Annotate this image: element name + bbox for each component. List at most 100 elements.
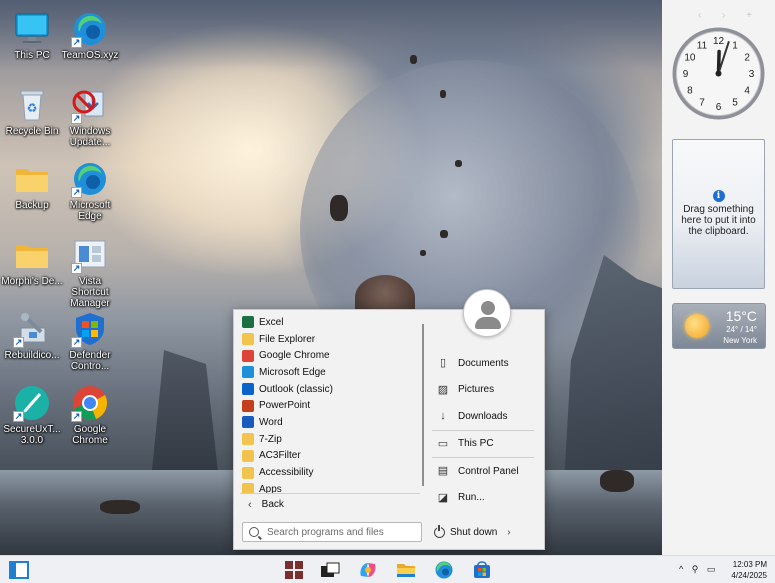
program-list[interactable]: Excel File Explorer Google Chrome Microsoft… (240, 314, 420, 494)
clipboard-gadget[interactable]: i Drag something here to put it into the… (672, 139, 765, 289)
search-input[interactable] (267, 526, 407, 538)
clock-number: 2 (744, 53, 750, 64)
desktop-icon-vista-shortcut-manager[interactable]: ↗ Vista Shortcut Manager (59, 236, 121, 309)
program-list-scrollbar[interactable] (422, 324, 424, 486)
copilot-icon (360, 563, 376, 577)
start-menu: Excel File Explorer Google Chrome Microsoft… (233, 309, 545, 550)
tray-overflow-chevron-icon[interactable]: ^ (679, 564, 686, 574)
system-tray[interactable]: ^ ⚲ ▭ (679, 564, 718, 575)
program-item[interactable]: Google Chrome (240, 347, 420, 364)
outlook-icon (242, 383, 254, 396)
program-label: PowerPoint (259, 400, 311, 412)
sidebar-toggle-icon (9, 561, 29, 579)
program-item[interactable]: AC3Filter (240, 448, 420, 465)
program-item[interactable]: Word (240, 414, 420, 431)
desktop-icon-rebuildico[interactable]: ↗ Rebuildico... (1, 310, 63, 361)
desktop-icon-microsoft-edge[interactable]: ↗ Microsoft Edge (59, 160, 121, 222)
shortcut-arrow-icon: ↗ (71, 113, 82, 124)
program-item[interactable]: Accessibility (240, 464, 420, 481)
program-item[interactable]: PowerPoint (240, 397, 420, 414)
desktop-icon-teamos[interactable]: ↗ TeamOS.xyz (59, 10, 121, 61)
desktop-icon-google-chrome[interactable]: ↗ Google Chrome (59, 384, 121, 446)
control-panel-icon: ▤ (437, 465, 449, 478)
back-button[interactable]: ‹ Back (240, 493, 420, 515)
place-item[interactable]: ▯ Documents (430, 350, 536, 377)
chevron-left-icon: ‹ (248, 498, 252, 511)
clock-number: 7 (699, 98, 705, 109)
folder-icon (13, 160, 51, 198)
place-item[interactable]: ↓ Downloads (430, 403, 536, 430)
desktop-icon-defender-control[interactable]: ↗ Defender Contro... (59, 310, 121, 372)
shortcut-arrow-icon: ↗ (13, 411, 24, 422)
desktop-icon-label: This PC (14, 50, 50, 61)
taskbar-edge[interactable] (433, 560, 455, 580)
program-item[interactable]: Outlook (classic) (240, 381, 420, 398)
desktop-icon-label: SecureUxT... 3.0.0 (3, 424, 61, 446)
edge-icon: ↗ (71, 160, 109, 198)
word-icon (242, 416, 254, 429)
clock-number: 8 (687, 86, 693, 97)
desktop-icon-this-pc[interactable]: This PC (1, 10, 63, 61)
wallpaper-floating-rock (330, 195, 348, 221)
place-item[interactable]: ▭ This PC (430, 431, 536, 458)
tray-date: 4/24/2025 (731, 571, 767, 580)
program-item[interactable]: File Explorer (240, 331, 420, 348)
desktop-icon-secureux[interactable]: ↗ SecureUxT... 3.0.0 (1, 384, 63, 446)
tray-time: 12:03 PM (732, 560, 767, 569)
taskbar-file-explorer[interactable] (395, 560, 417, 580)
shutdown-button[interactable]: Shut down › (434, 522, 511, 542)
taskbar-start-button[interactable] (283, 560, 305, 580)
windows-update-icon: ↗ (71, 86, 109, 124)
shortcut-arrow-icon: ↗ (71, 337, 82, 348)
file-explorer-icon (397, 564, 415, 577)
taskbar-copilot[interactable] (357, 560, 379, 580)
program-label: Excel (259, 316, 284, 328)
clock-number: 3 (749, 69, 755, 80)
desktop-icon-windows-update[interactable]: ↗ Windows Update... (59, 86, 121, 148)
wallpaper-shore-rock (100, 500, 140, 514)
display-icon[interactable]: ▭ (707, 564, 719, 574)
store-icon (474, 561, 490, 578)
defender-icon: ↗ (71, 310, 109, 348)
place-item[interactable]: ◪ Run... (430, 485, 536, 512)
weather-city: New York (723, 336, 757, 345)
clock-gadget[interactable]: 12 1 2 3 4 5 6 7 8 9 10 11 (671, 26, 766, 121)
clock-number: 11 (697, 40, 708, 51)
clipboard-message: Drag something here to put it into the c… (681, 204, 756, 237)
taskbar-store[interactable] (471, 560, 493, 580)
network-icon[interactable]: ⚲ (692, 564, 702, 574)
monitor-icon (13, 10, 51, 48)
program-item[interactable]: Excel (240, 314, 420, 331)
desktop-icon-recycle-bin[interactable]: ♻ Recycle Bin (1, 86, 63, 137)
program-item[interactable]: Microsoft Edge (240, 364, 420, 381)
downloads-icon: ↓ (440, 410, 446, 423)
desktop-icon-label: Microsoft Edge (69, 200, 111, 222)
desktop-icon-label: Vista Shortcut Manager (70, 276, 110, 309)
place-item[interactable]: ▨ Pictures (430, 377, 536, 404)
taskbar-desktop-button[interactable] (8, 560, 30, 580)
place-label: Run... (458, 492, 485, 504)
svg-text:♻: ♻ (27, 101, 38, 115)
tray-clock[interactable]: 12:03 PM 4/24/2025 (731, 559, 767, 581)
weather-gadget[interactable]: 15°C 24° / 14° New York (672, 303, 766, 349)
place-label: Pictures (458, 384, 495, 396)
shortcut-arrow-icon: ↗ (71, 263, 82, 274)
search-box[interactable] (242, 522, 422, 542)
edge-icon (242, 366, 254, 379)
sidebar-controls[interactable]: ‹ › + (698, 10, 761, 21)
folder-icon (242, 433, 254, 446)
desktop-icon-label: Recycle Bin (5, 126, 59, 137)
desktop-icon-label: Defender Contro... (69, 350, 111, 372)
program-item[interactable]: 7-Zip (240, 431, 420, 448)
taskbar-task-view[interactable] (319, 560, 341, 580)
place-label: Control Panel (458, 465, 519, 477)
user-avatar[interactable] (463, 289, 511, 337)
clock-number: 4 (744, 86, 750, 97)
desktop-icon-morphis[interactable]: Morphi's De... (1, 236, 63, 287)
chevron-right-icon[interactable]: › (507, 527, 510, 538)
desktop-icon-label: Backup (15, 200, 49, 211)
desktop-icon-backup[interactable]: Backup (1, 160, 63, 211)
place-item[interactable]: ▤ Control Panel (430, 458, 536, 485)
shortcut-arrow-icon: ↗ (71, 37, 82, 48)
start-icon (285, 561, 303, 579)
